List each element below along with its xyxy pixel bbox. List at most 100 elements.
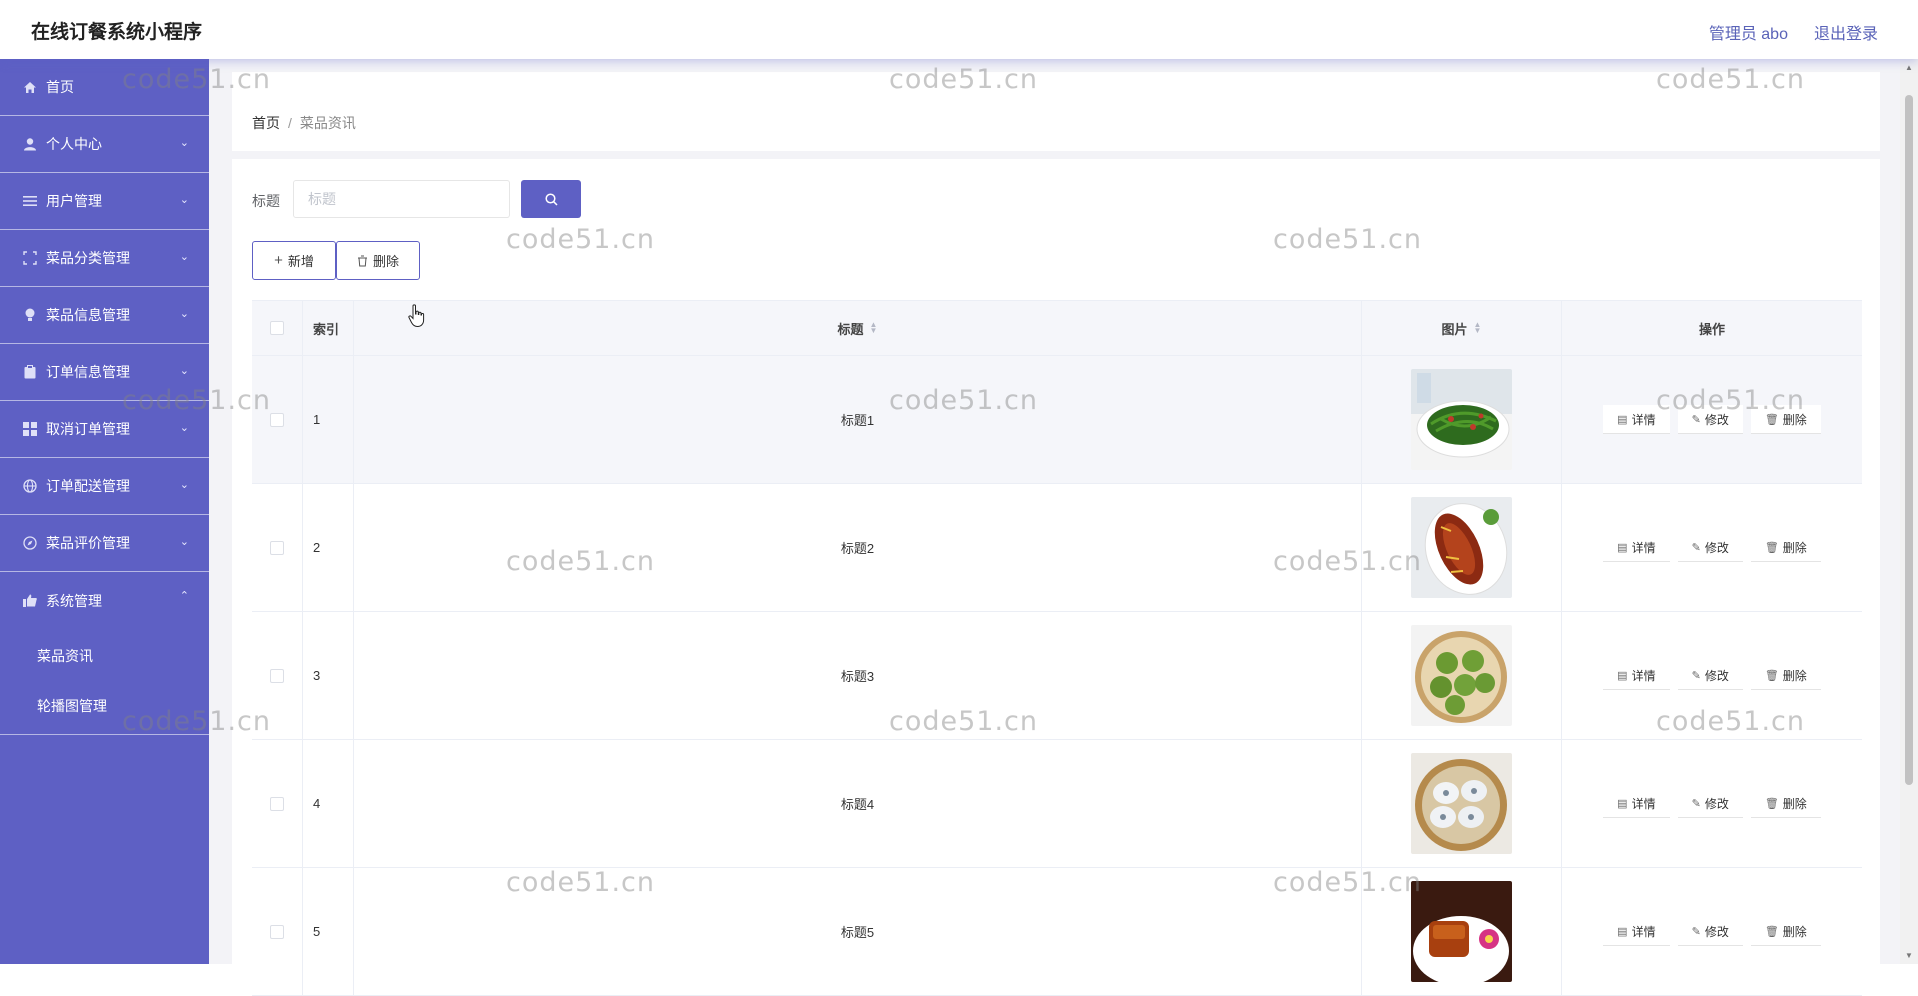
- row-index: 4: [303, 740, 354, 867]
- edit-button[interactable]: ✎ 修改: [1677, 533, 1743, 562]
- scroll-down-arrow-icon[interactable]: ▼: [1905, 951, 1913, 960]
- logout-link[interactable]: 退出登录: [1814, 20, 1878, 44]
- dish-image[interactable]: [1411, 497, 1512, 598]
- pencil-icon: ✎: [1691, 541, 1701, 554]
- sidebar-item-profile[interactable]: 个人中心 ⌄: [0, 116, 209, 173]
- edit-button[interactable]: ✎ 修改: [1677, 405, 1743, 434]
- chevron-down-icon: ⌄: [179, 251, 189, 263]
- row-checkbox[interactable]: [270, 924, 284, 939]
- globe-icon: [22, 478, 38, 494]
- column-image[interactable]: 图片 ▲ ▼: [1362, 301, 1562, 355]
- bulk-delete-button[interactable]: 删除: [336, 241, 420, 280]
- row-checkbox[interactable]: [270, 540, 284, 555]
- sidebar-item-dish-review[interactable]: 菜品评价管理 ⌄: [0, 515, 209, 572]
- row-index: 1: [303, 356, 354, 483]
- scroll-up-arrow-icon[interactable]: ▲: [1905, 63, 1913, 72]
- column-index: 索引: [303, 301, 354, 355]
- detail-button[interactable]: ▤ 详情: [1603, 789, 1670, 818]
- dish-image[interactable]: [1411, 881, 1512, 982]
- dish-image[interactable]: [1411, 753, 1512, 854]
- row-title: 标题5: [354, 868, 1362, 995]
- delete-button[interactable]: 🗑 删除: [1750, 917, 1821, 946]
- row-title: 标题4: [354, 740, 1362, 867]
- chevron-down-icon: ⌄: [179, 479, 189, 491]
- delete-label: 删除: [1782, 668, 1807, 683]
- row-checkbox-cell: [252, 868, 303, 995]
- sidebar-item-delivery[interactable]: 订单配送管理 ⌄: [0, 458, 209, 515]
- row-actions: ▤ 详情 ✎ 修改 🗑 删除: [1562, 612, 1862, 739]
- delete-button[interactable]: 🗑 删除: [1750, 661, 1821, 690]
- edit-button[interactable]: ✎ 修改: [1677, 789, 1743, 818]
- doc-icon: ▤: [1617, 669, 1628, 682]
- delete-button[interactable]: 🗑 删除: [1750, 405, 1821, 434]
- sidebar-item-label: 订单信息管理: [46, 364, 130, 380]
- row-checkbox[interactable]: [270, 668, 284, 683]
- row-checkbox[interactable]: [270, 796, 284, 811]
- user-name-link[interactable]: 管理员 abo: [1709, 20, 1788, 44]
- trash-icon: 🗑: [1764, 541, 1779, 554]
- row-checkbox-cell: [252, 740, 303, 867]
- trash-icon: 🗑: [1764, 669, 1779, 682]
- breadcrumb-current: 菜品资讯: [299, 115, 356, 131]
- detail-button[interactable]: ▤ 详情: [1603, 533, 1670, 562]
- row-image-cell: [1362, 612, 1562, 739]
- user-icon: [22, 136, 38, 152]
- edit-label: 修改: [1704, 924, 1729, 939]
- row-actions: ▤ 详情 ✎ 修改 🗑 删除: [1562, 484, 1862, 611]
- edit-button[interactable]: ✎ 修改: [1677, 917, 1743, 946]
- table-row: 3 标题3 ▤ 详情 ✎ 修改 🗑 删除: [252, 612, 1862, 740]
- detail-button[interactable]: ▤ 详情: [1603, 917, 1670, 946]
- sidebar-item-dish-info[interactable]: 菜品信息管理 ⌄: [0, 287, 209, 344]
- detail-button[interactable]: ▤ 详情: [1603, 405, 1670, 434]
- row-title: 标题3: [354, 612, 1362, 739]
- delete-button[interactable]: 🗑 删除: [1750, 789, 1821, 818]
- select-all-checkbox[interactable]: [270, 321, 284, 335]
- detail-label: 详情: [1631, 924, 1656, 939]
- content-card: 标题 + 新增 删除 索引 标题 ▲▼ 图片 ▲▼ 操作 1 标题: [232, 159, 1880, 996]
- sidebar-item-orders[interactable]: 订单信息管理 ⌄: [0, 344, 209, 401]
- app-title: 在线订餐系统小程序: [31, 22, 203, 43]
- sidebar-item-home[interactable]: 首页: [0, 59, 209, 116]
- row-image-cell: [1362, 356, 1562, 483]
- detail-label: 详情: [1631, 668, 1656, 683]
- search-input[interactable]: [293, 180, 510, 218]
- row-actions: ▤ 详情 ✎ 修改 🗑 删除: [1562, 868, 1862, 995]
- sidebar-item-dish-category[interactable]: 菜品分类管理 ⌄: [0, 230, 209, 287]
- sidebar-item-users[interactable]: 用户管理 ⌄: [0, 173, 209, 230]
- detail-label: 详情: [1631, 540, 1656, 555]
- data-table: 索引 标题 ▲ ▼ 图片 ▲ ▼ 操作 1 标题1 ▤ 详情 ✎ 修改 🗑 删除…: [252, 300, 1862, 996]
- add-button[interactable]: + 新增: [252, 241, 336, 280]
- edit-label: 修改: [1704, 540, 1729, 555]
- pencil-icon: ✎: [1691, 413, 1701, 426]
- sidebar-item-label: 订单配送管理: [46, 478, 130, 494]
- table-header: 索引 标题 ▲ ▼ 图片 ▲ ▼ 操作: [252, 300, 1862, 356]
- main-content: 首页 / 菜品资讯 标题 + 新增 删除 索引 标题 ▲▼ 图片 ▲▼ 操作: [209, 59, 1900, 996]
- delete-label: 删除: [1782, 924, 1807, 939]
- sidebar-item-system[interactable]: 系统管理 ⌃: [0, 572, 209, 629]
- scrollbar-thumb[interactable]: [1905, 95, 1913, 785]
- sidebar-subitem-carousel[interactable]: 轮播图管理: [0, 681, 209, 731]
- row-image-cell: [1362, 740, 1562, 867]
- category-icon: [22, 250, 38, 266]
- search-button[interactable]: [521, 180, 581, 218]
- chevron-down-icon: ⌄: [179, 422, 189, 434]
- sidebar-item-label: 菜品分类管理: [46, 250, 130, 266]
- row-checkbox[interactable]: [270, 412, 284, 427]
- row-actions: ▤ 详情 ✎ 修改 🗑 删除: [1562, 356, 1862, 483]
- page-scrollbar[interactable]: ▲ ▼: [1900, 59, 1918, 964]
- column-title[interactable]: 标题 ▲ ▼: [354, 301, 1362, 355]
- column-title-label: 标题: [837, 321, 864, 337]
- delete-button[interactable]: 🗑 删除: [1750, 533, 1821, 562]
- trash-icon: 🗑: [1764, 413, 1779, 426]
- dish-image[interactable]: [1411, 369, 1512, 470]
- edit-button[interactable]: ✎ 修改: [1677, 661, 1743, 690]
- breadcrumb-home[interactable]: 首页: [252, 115, 280, 131]
- dish-image[interactable]: [1411, 625, 1512, 726]
- home-icon: [22, 79, 38, 95]
- sidebar-item-cancel-orders[interactable]: 取消订单管理 ⌄: [0, 401, 209, 458]
- row-index: 3: [303, 612, 354, 739]
- sidebar-item-label: 用户管理: [46, 193, 102, 209]
- pencil-icon: ✎: [1691, 925, 1701, 938]
- sidebar-subitem-dish-news[interactable]: 菜品资讯: [0, 631, 209, 681]
- detail-button[interactable]: ▤ 详情: [1603, 661, 1670, 690]
